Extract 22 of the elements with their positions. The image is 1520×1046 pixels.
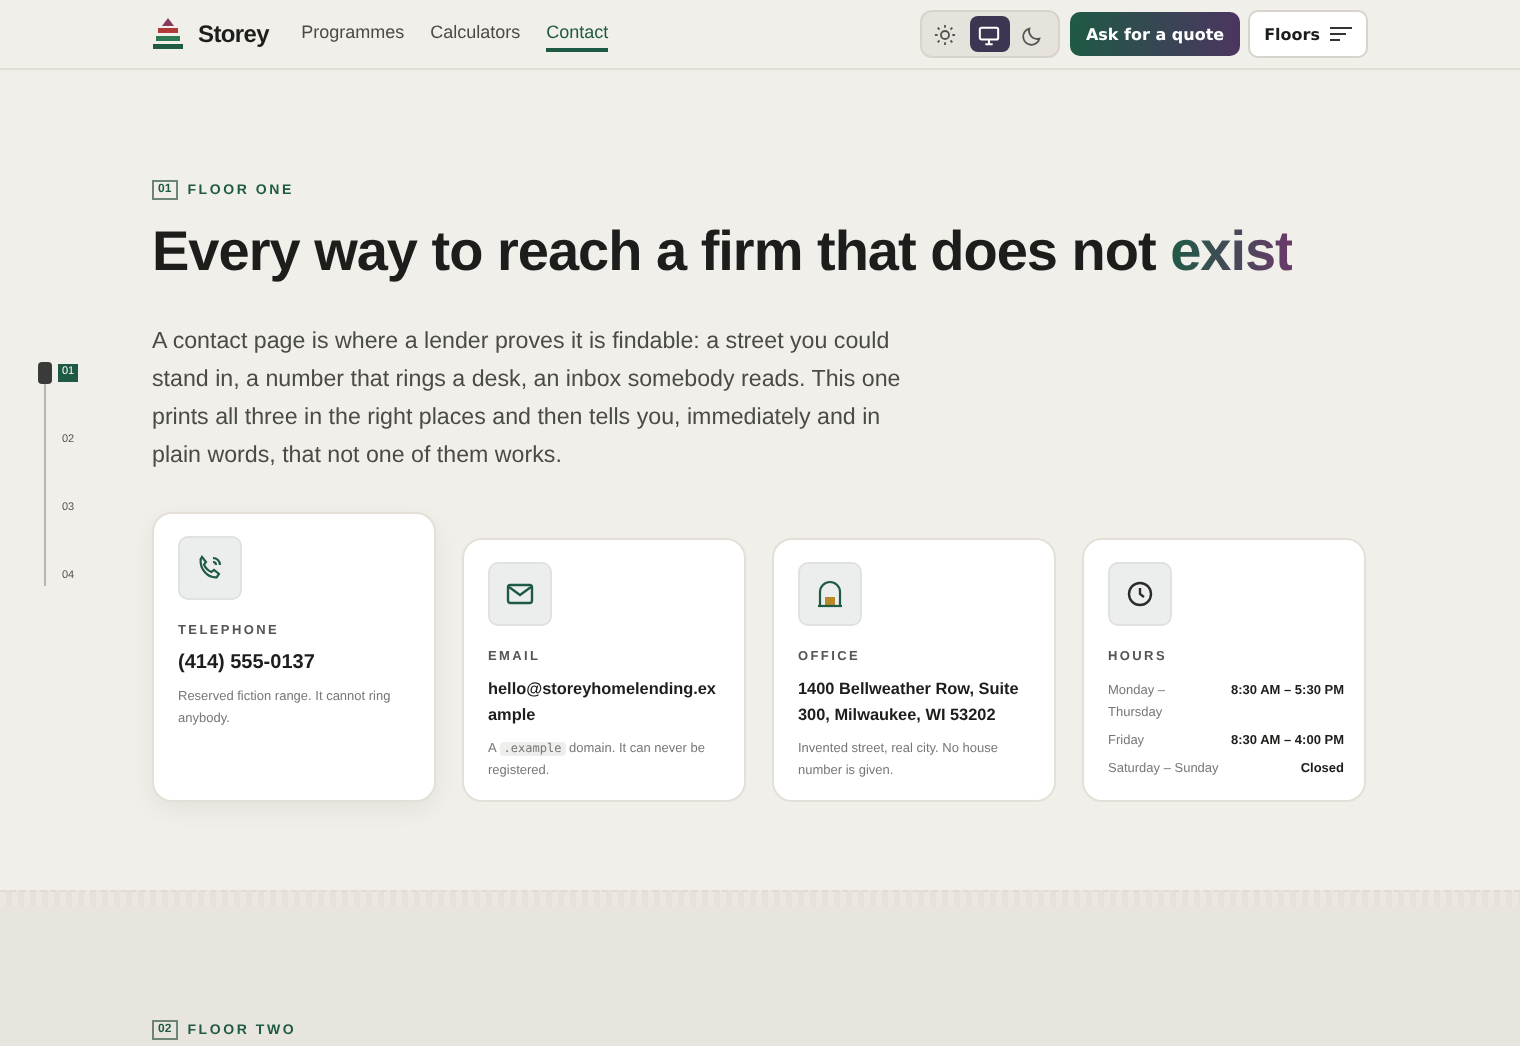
nav-link[interactable]: Contact: [546, 16, 609, 52]
nav-link[interactable]: Programmes: [301, 16, 405, 52]
logo-icon[interactable]: [152, 16, 184, 52]
brand-name[interactable]: Storey: [198, 20, 270, 48]
building-icon: [816, 580, 844, 608]
card-value: 1400 Bellweather Row, Suite 300, Milwaukee, WI 53202: [798, 678, 1021, 728]
menu-icon: [1330, 26, 1352, 42]
page-title: Every way to reach a firm that does not exist: [152, 218, 1293, 286]
clock-icon: [1126, 580, 1154, 608]
phone-icon: [196, 554, 224, 582]
rail-thumb[interactable]: [38, 362, 52, 384]
sun-icon: [934, 23, 957, 45]
intro-paragraph: A contact page is where a lender proves it is findable: a street you could stand in, a number that rings a desk, an inbox somebody reads. This one prints all three in the right places and then tells you, immediately and in plain words, that not one of them works.: [152, 326, 903, 472]
quote-button[interactable]: Ask for a quote: [1069, 12, 1241, 56]
theme-button[interactable]: [969, 16, 1010, 52]
nav-link[interactable]: Calculators: [430, 16, 521, 52]
floors-button[interactable]: Floors: [1248, 10, 1368, 58]
moon-icon: [1022, 23, 1045, 45]
card-value: (414) 555-0137: [178, 650, 317, 676]
card-value: hello@storeyhomelending.example: [488, 678, 718, 728]
monitor-icon: [978, 23, 1001, 45]
envelope-icon: [506, 582, 534, 606]
